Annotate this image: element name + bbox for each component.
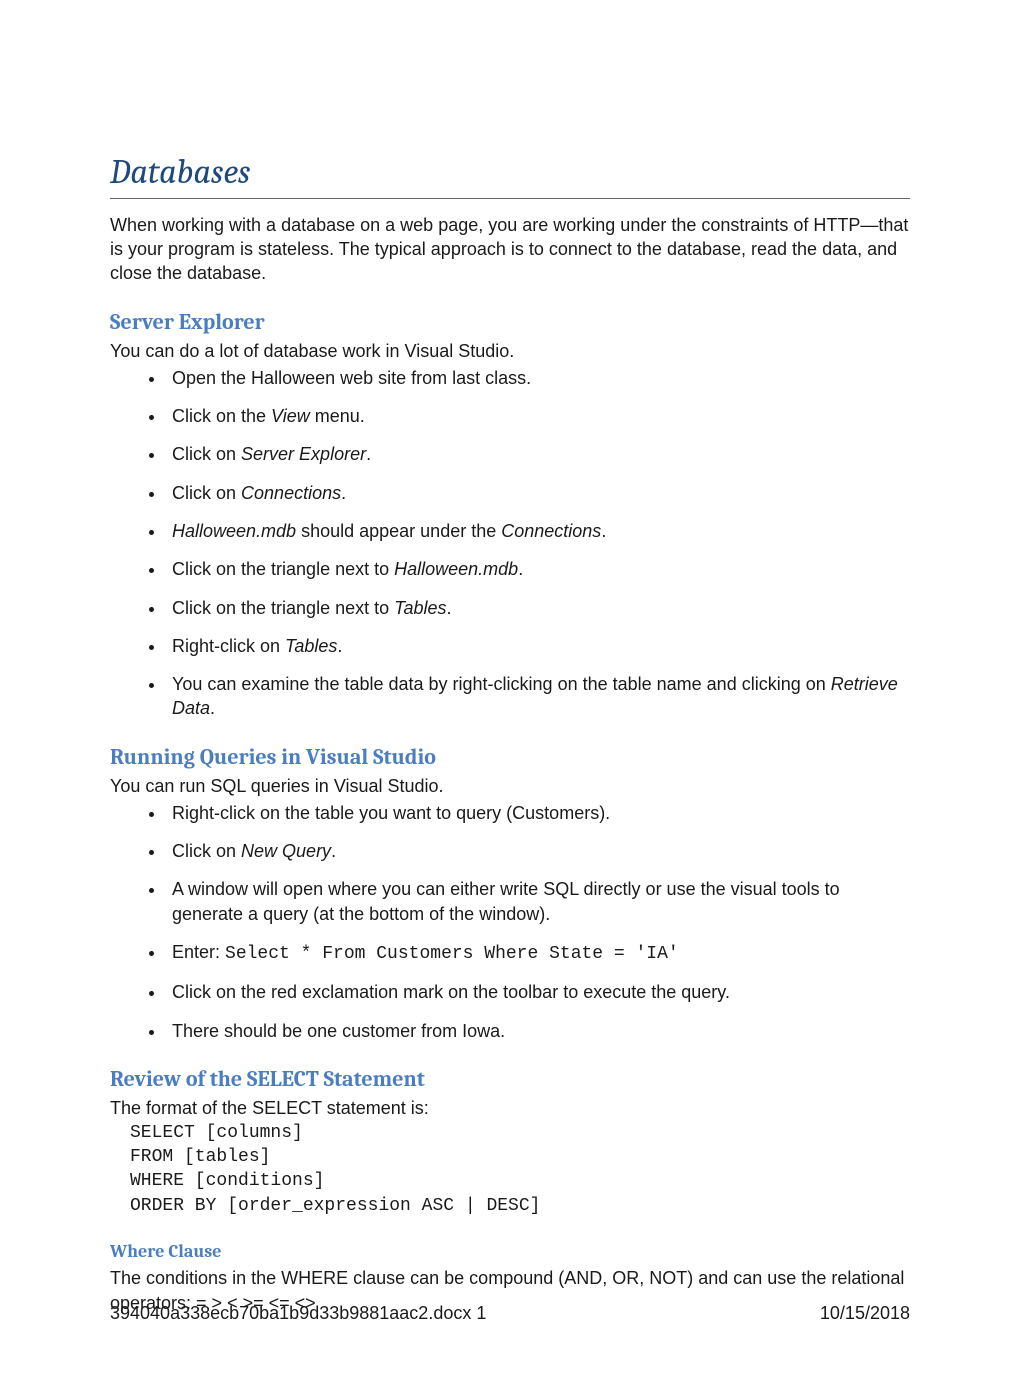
list-item: Click on the View menu.	[166, 404, 910, 428]
list-item: Right-click on the table you want to que…	[166, 801, 910, 825]
list-item: A window will open where you can either …	[166, 877, 910, 926]
list-item: There should be one customer from Iowa.	[166, 1019, 910, 1043]
list-item: Click on the triangle next to Halloween.…	[166, 557, 910, 581]
page: Databases When working with a database o…	[0, 0, 1020, 1375]
footer-date: 10/15/2018	[820, 1301, 910, 1325]
section-server-explorer: Server Explorer	[110, 308, 910, 338]
list-item: Enter: Select * From Customers Where Sta…	[166, 940, 910, 966]
list-item: You can examine the table data by right-…	[166, 672, 910, 721]
section2-list: Right-click on the table you want to que…	[110, 801, 910, 1043]
section2-lead: You can run SQL queries in Visual Studio…	[110, 774, 910, 798]
subsection-where-clause: Where Clause	[110, 1240, 910, 1264]
list-item: Halloween.mdb should appear under the Co…	[166, 519, 910, 543]
footer: 394040a338ecb70ba1b9d33b9881aac2.docx 1 …	[110, 1301, 910, 1325]
page-title: Databases	[110, 150, 910, 199]
list-item: Right-click on Tables.	[166, 634, 910, 658]
section1-lead: You can do a lot of database work in Vis…	[110, 339, 910, 363]
list-item: Click on Server Explorer.	[166, 442, 910, 466]
list-item: Click on Connections.	[166, 481, 910, 505]
intro-paragraph: When working with a database on a web pa…	[110, 213, 910, 286]
list-item: Open the Halloween web site from last cl…	[166, 366, 910, 390]
section-select-review: Review of the SELECT Statement	[110, 1065, 910, 1095]
list-item: Click on the triangle next to Tables.	[166, 596, 910, 620]
section1-list: Open the Halloween web site from last cl…	[110, 366, 910, 721]
select-syntax-code: SELECT [columns] FROM [tables] WHERE [co…	[130, 1121, 910, 1218]
list-item: Click on the red exclamation mark on the…	[166, 980, 910, 1004]
section3-lead: The format of the SELECT statement is:	[110, 1096, 910, 1120]
list-item: Click on New Query.	[166, 839, 910, 863]
footer-filename: 394040a338ecb70ba1b9d33b9881aac2.docx 1	[110, 1301, 486, 1325]
section-running-queries: Running Queries in Visual Studio	[110, 743, 910, 773]
